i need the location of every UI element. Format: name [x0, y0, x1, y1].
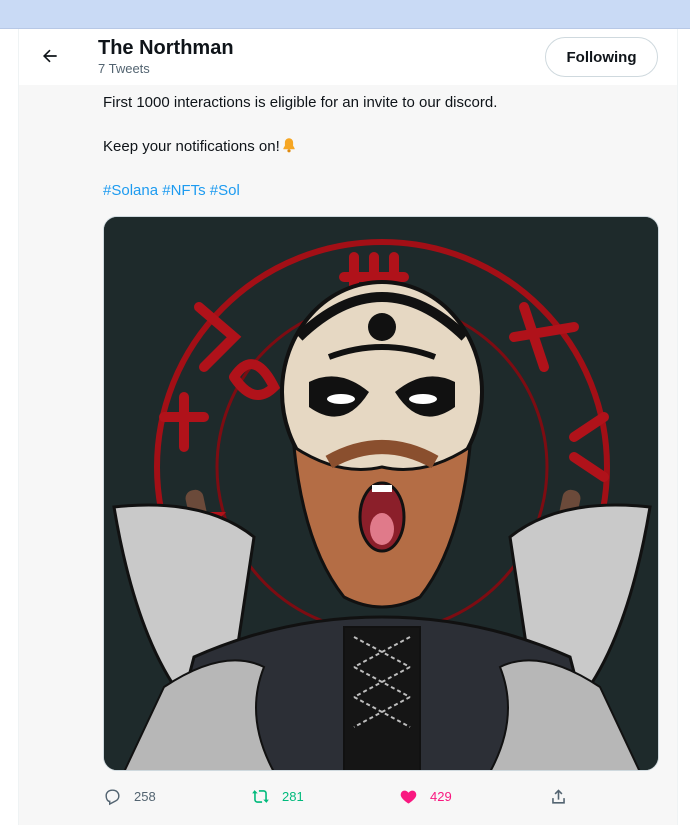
reply-button[interactable]: 258 — [103, 787, 156, 806]
tweet-actions: 258 281 429 — [103, 787, 659, 809]
hashtag-link[interactable]: #NFTs — [162, 182, 205, 199]
tweet-text-notifications: Keep your notifications on! — [103, 138, 280, 155]
retweet-icon — [252, 790, 269, 803]
hashtag-link[interactable]: #Solana — [103, 182, 158, 199]
hashtags-line: #Solana #NFTs #Sol — [103, 181, 240, 201]
tweet-count: 7 Tweets — [98, 61, 150, 76]
retweet-count: 281 — [282, 789, 304, 804]
following-button[interactable]: Following — [545, 37, 658, 77]
heart-icon — [400, 790, 417, 804]
like-button[interactable]: 429 — [399, 787, 452, 806]
profile-header: The Northman 7 Tweets Following — [19, 29, 677, 85]
back-arrow-icon — [43, 49, 57, 63]
share-button[interactable] — [549, 787, 580, 806]
like-count: 429 — [430, 789, 452, 804]
reply-icon — [105, 789, 120, 806]
viking-nft-illustration — [104, 217, 658, 770]
tweet-image[interactable] — [103, 216, 659, 771]
share-icon — [552, 789, 565, 804]
hashtag-link[interactable]: #Sol — [210, 182, 240, 199]
tweet-text-line: First 1000 interactions is eligible for … — [103, 94, 498, 111]
browser-toolbar — [0, 0, 690, 29]
bell-icon — [283, 138, 295, 153]
retweet-button[interactable]: 281 — [251, 787, 304, 806]
profile-name: The Northman — [98, 37, 234, 59]
profile-timeline-column: The Northman 7 Tweets Following First 10… — [18, 29, 678, 825]
tweet-text-line: Keep your notifications on! — [103, 137, 296, 157]
reply-count: 258 — [134, 789, 156, 804]
back-button[interactable] — [33, 39, 67, 73]
profile-title: The Northman 7 Tweets — [98, 35, 234, 77]
